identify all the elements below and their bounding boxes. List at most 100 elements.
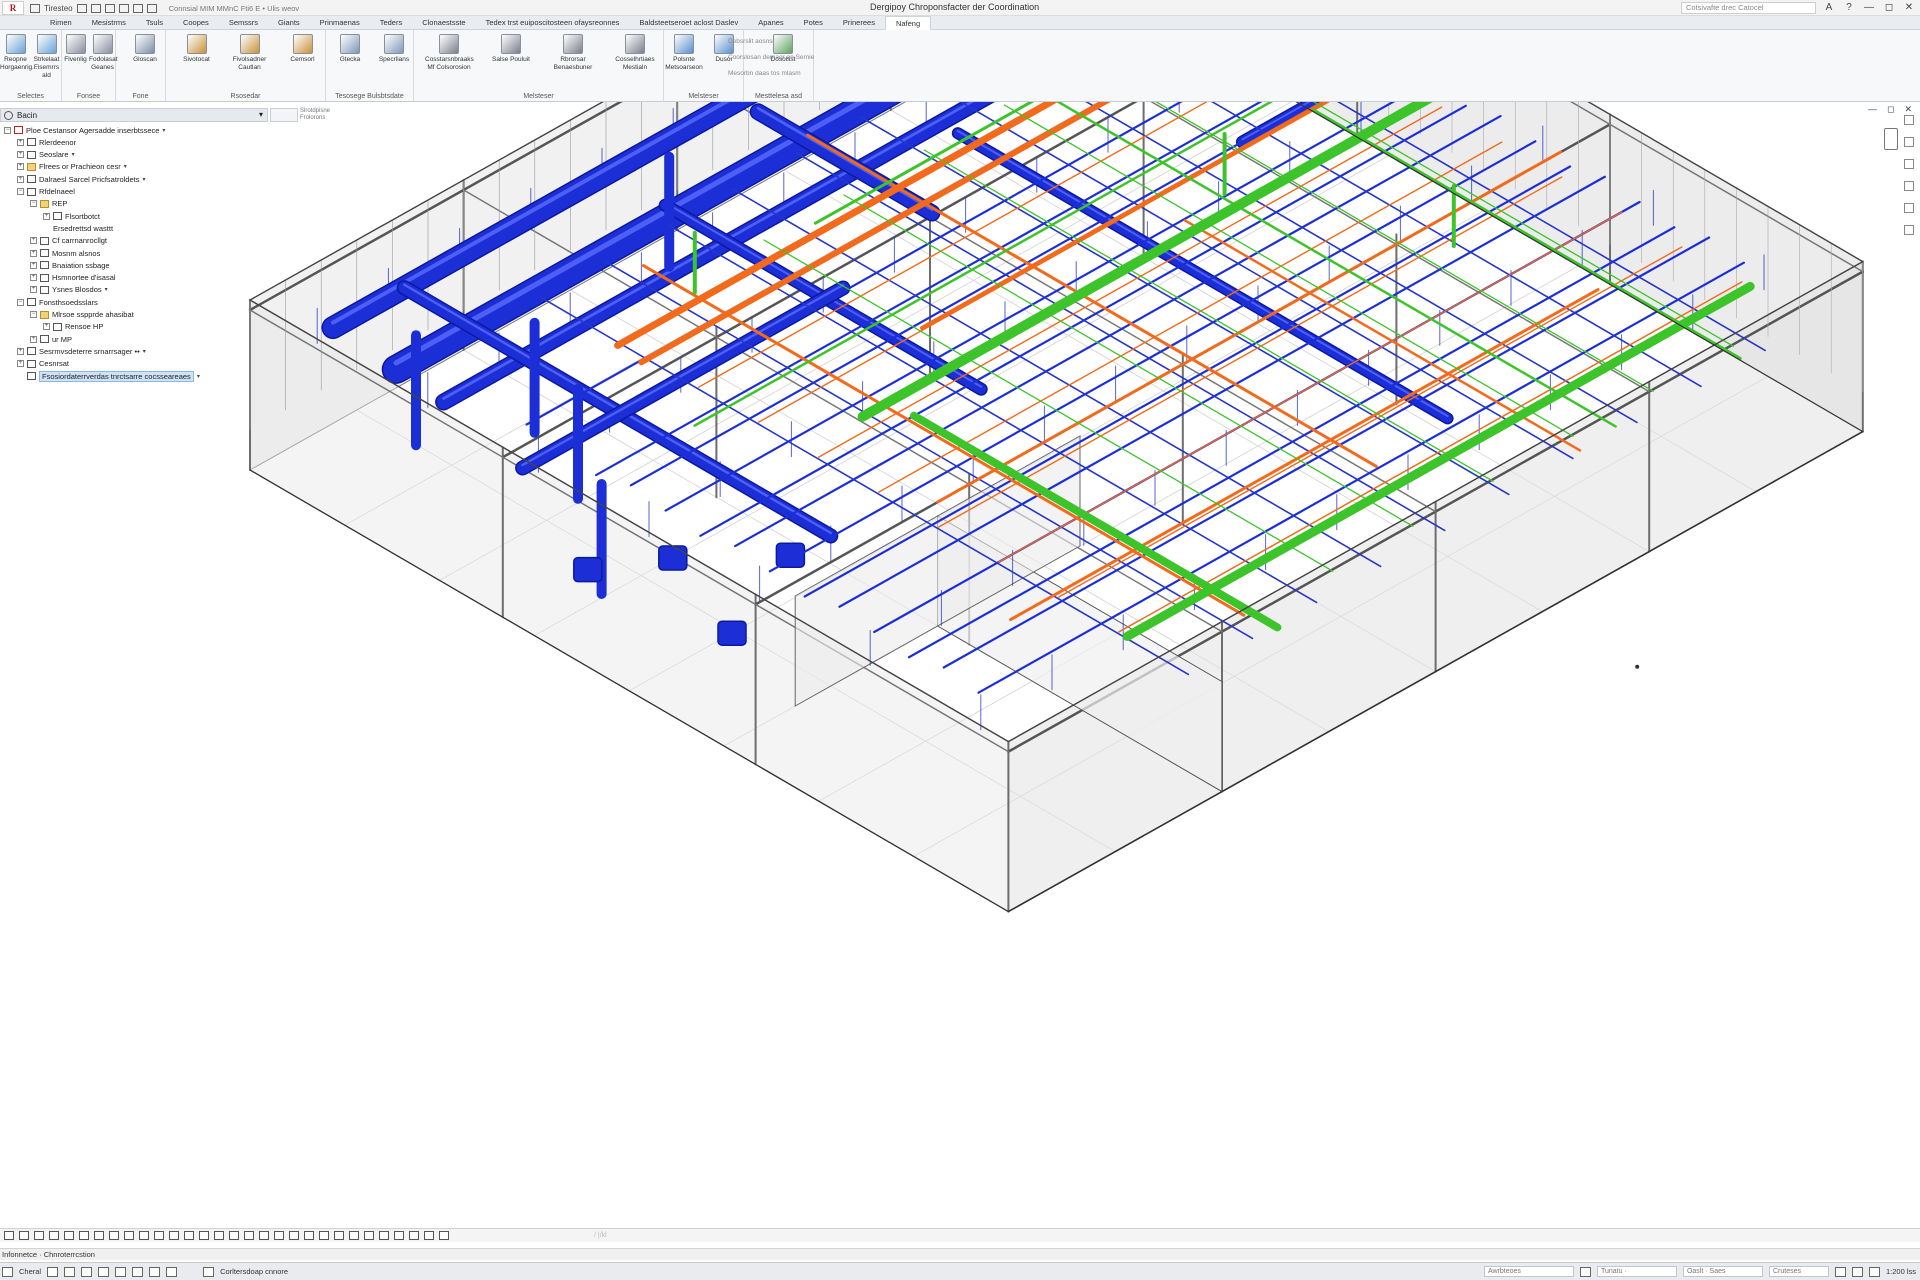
ribbon-option[interactable]: Mesorbn daas tos mlasm — [728, 66, 814, 82]
chevron-down-icon[interactable]: ▾ — [142, 176, 145, 183]
expand-icon[interactable]: + — [17, 151, 24, 159]
tab-15[interactable]: Nafeng — [884, 15, 932, 30]
collapse-icon[interactable]: − — [4, 126, 11, 134]
status-field-filter[interactable]: Cruteses — [1768, 1266, 1829, 1277]
browser-tree-item[interactable]: − Fonsthsoedsslars — [17, 296, 98, 308]
grid-icon[interactable] — [349, 1231, 359, 1240]
reveal-hidden-icon[interactable] — [154, 1231, 164, 1240]
shadows-icon[interactable] — [64, 1231, 74, 1240]
detail-level-icon[interactable] — [19, 1231, 29, 1240]
steering-wheel-icon[interactable] — [1904, 115, 1914, 125]
pins-icon[interactable] — [334, 1231, 344, 1240]
browser-tree-item[interactable]: + Seoslare ▾ — [17, 149, 75, 161]
link-icon[interactable] — [203, 1266, 215, 1277]
collapse-icon[interactable]: − — [17, 188, 24, 195]
status-field-design[interactable]: Oaslt · Saes — [1682, 1266, 1763, 1277]
browser-tree-item[interactable]: + Rlerdeenor — [17, 136, 76, 148]
expand-icon[interactable]: + — [43, 212, 50, 220]
zoom-extents-icon[interactable] — [1904, 203, 1914, 213]
tab-1[interactable]: Rimen — [40, 16, 82, 30]
browser-close-icon[interactable] — [4, 111, 13, 120]
tab-3[interactable]: Tsuls — [136, 16, 173, 30]
view-restore-button[interactable]: ◻ — [1887, 104, 1894, 115]
browser-tree-item[interactable]: + Sesrmvsdeterre srnarrsager •• ▾ — [17, 345, 146, 357]
duplicate-icon[interactable] — [289, 1231, 299, 1240]
orbit-icon[interactable] — [1904, 181, 1914, 191]
select-links-icon[interactable] — [1834, 1266, 1846, 1277]
redo-icon[interactable] — [118, 3, 129, 13]
layers-icon[interactable] — [149, 1266, 161, 1277]
tag-icon[interactable] — [364, 1231, 374, 1240]
ribbon-button[interactable]: Cemsorl — [279, 34, 327, 64]
expand-icon[interactable]: + — [30, 274, 37, 282]
user-icon[interactable]: A — [1822, 2, 1836, 14]
sync-icon[interactable] — [90, 3, 101, 13]
collapse-icon[interactable]: − — [17, 298, 24, 306]
chevron-down-icon[interactable]: ▾ — [197, 373, 200, 380]
show-crop-icon[interactable] — [109, 1231, 119, 1240]
analytical-icon[interactable] — [184, 1231, 194, 1240]
maximize-button[interactable]: ◻ — [1882, 2, 1896, 14]
tab-12[interactable]: Apanes — [748, 16, 793, 30]
browser-tree-item[interactable]: + Rensoe HP — [43, 321, 103, 333]
sync-status-icon[interactable] — [1579, 1266, 1591, 1277]
ribbon-button[interactable]: Strkelaat Fisemrrs ald — [31, 34, 62, 80]
chevron-down-icon[interactable]: ▾ — [162, 127, 165, 134]
browser-tree-item[interactable]: + Bnaiation ssbage — [30, 259, 110, 271]
select-pinned-icon[interactable] — [1868, 1266, 1880, 1277]
worksharing-icon[interactable] — [169, 1231, 179, 1240]
open-icon[interactable] — [30, 3, 40, 13]
expand-icon[interactable]: + — [17, 360, 24, 368]
browser-tree-item[interactable]: − Rfdelnaeel — [17, 186, 75, 198]
chevron-down-icon[interactable]: ▾ — [72, 151, 75, 158]
tab-13[interactable]: Potes — [794, 16, 833, 30]
design-option-icon[interactable] — [115, 1266, 127, 1277]
browser-tree-item[interactable]: + Cf carrnanrocllgt — [30, 235, 107, 247]
ribbon-button[interactable]: Gloscan — [121, 34, 169, 64]
ribbon-option[interactable]: Debsrslit aosnsr — [728, 34, 814, 50]
tab-2[interactable]: Mesistrms — [82, 16, 136, 30]
chevron-down-icon[interactable]: ▾ — [105, 286, 108, 293]
browser-tree-item[interactable]: + Ysnes Blosdos ▾ — [30, 284, 108, 296]
temp-hide-icon[interactable] — [139, 1231, 149, 1240]
collapse-icon[interactable]: − — [30, 200, 37, 208]
ribbon-button[interactable]: Fodolasat Geanes — [89, 34, 118, 72]
help-icon[interactable]: ? — [1842, 2, 1856, 14]
status-field-workset[interactable]: Awrbteoes — [1483, 1266, 1574, 1277]
browser-tree-item[interactable]: + Cesnrsat — [17, 358, 69, 370]
browser-tree-item[interactable]: + Flsortbotct — [43, 210, 100, 222]
zoom-icon[interactable] — [1904, 159, 1914, 169]
collapse-icon[interactable]: − — [30, 311, 37, 318]
chevron-down-icon[interactable]: ▾ — [259, 110, 263, 119]
chevron-down-icon[interactable]: ▾ — [143, 348, 146, 355]
view-cube-icon[interactable] — [1884, 128, 1898, 150]
browser-tree-item[interactable]: − Ploe Cestansor Agersadde inserbtssece ▾ — [4, 124, 165, 136]
expand-icon[interactable] — [439, 1231, 449, 1240]
measure-icon[interactable] — [146, 3, 157, 13]
orient-icon[interactable] — [244, 1231, 254, 1240]
app-logo-icon[interactable]: R — [2, 1, 24, 15]
view-close-button[interactable]: ✕ — [1904, 104, 1912, 115]
tab-10[interactable]: Tedex trst euiposcitosteen ofaysreonnes — [476, 16, 630, 30]
expand-icon[interactable]: + — [43, 323, 50, 331]
display-icon[interactable] — [319, 1231, 329, 1240]
view-properties-icon[interactable] — [259, 1231, 269, 1240]
ribbon-option[interactable]: Coorslosan demaor an Sernie — [728, 50, 814, 66]
ribbon-button[interactable]: Flvenlig — [62, 34, 89, 64]
visual-style-icon[interactable] — [34, 1231, 44, 1240]
print-icon[interactable] — [132, 3, 143, 13]
settings-icon[interactable] — [166, 1266, 178, 1277]
filter-icon[interactable] — [132, 1266, 144, 1277]
browser-filter-button[interactable] — [270, 108, 298, 122]
expand-icon[interactable]: + — [17, 347, 24, 355]
expand-icon[interactable]: + — [30, 249, 37, 257]
minimize-button[interactable]: — — [1862, 2, 1876, 14]
section-box-icon[interactable] — [229, 1231, 239, 1240]
globe-icon[interactable] — [81, 1266, 93, 1277]
tab-7[interactable]: Prinmaenas — [310, 16, 370, 30]
expand-icon[interactable]: + — [30, 237, 37, 245]
expand-icon[interactable]: + — [17, 163, 24, 171]
browser-tree-item[interactable]: + Dalraesl Sarcel Pricfsatroldets ▾ — [17, 173, 145, 185]
select-underlay-icon[interactable] — [1851, 1266, 1863, 1277]
close-button[interactable]: ✕ — [1902, 2, 1916, 14]
